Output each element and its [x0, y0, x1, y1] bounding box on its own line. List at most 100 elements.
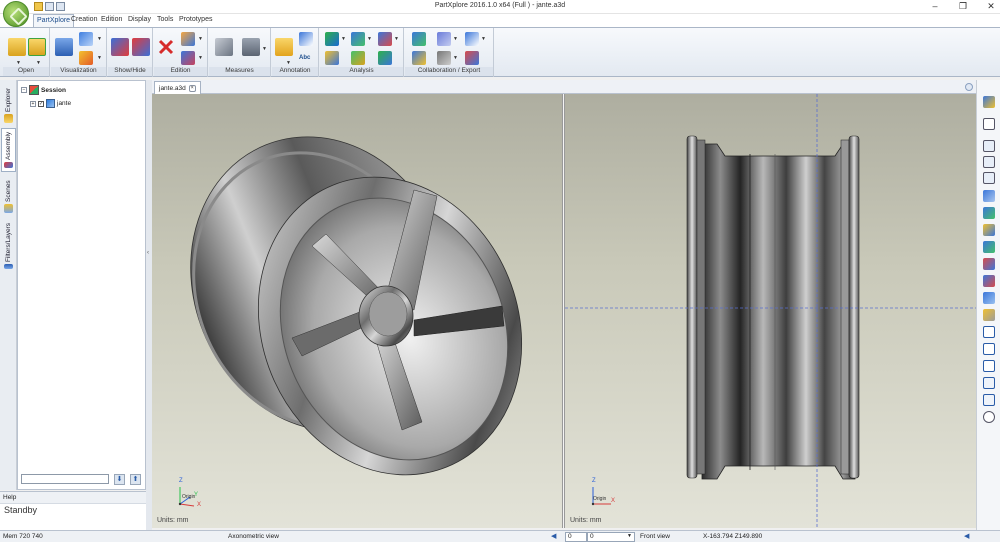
- side-tab-assembly[interactable]: Assembly: [1, 128, 16, 172]
- color-brush-icon[interactable]: [79, 51, 93, 65]
- zoom-in-icon[interactable]: [983, 140, 995, 152]
- front-triad-z-label: Z: [592, 478, 596, 484]
- group-analysis: ▼ ▼ ▼ Analysis: [320, 28, 404, 77]
- status-field-dropdown-icon[interactable]: ▼: [627, 533, 632, 539]
- front-triad-origin-label: Origin: [593, 496, 607, 502]
- split-vertical-layout-icon[interactable]: [983, 343, 995, 355]
- compare-icon[interactable]: [378, 32, 392, 46]
- status-field-1[interactable]: 0: [565, 532, 587, 542]
- close-tab-icon[interactable]: ×: [188, 84, 196, 92]
- move-down-arrow-icon[interactable]: ⬇: [114, 474, 125, 485]
- group-show-hide: Show/Hide: [108, 28, 153, 77]
- section-icon[interactable]: [351, 32, 365, 46]
- transform-icon[interactable]: [181, 51, 195, 65]
- document-tab-jante[interactable]: jante.a3d ×: [154, 81, 201, 94]
- maximize-button[interactable]: ❐: [958, 1, 968, 12]
- zoom-out-icon[interactable]: [983, 156, 995, 168]
- front-viewport[interactable]: Z X Origin Units: mm: [565, 94, 976, 528]
- publish-alt-icon[interactable]: [465, 51, 479, 65]
- tree-expand-toggle[interactable]: +: [30, 100, 36, 107]
- tab-prototypes[interactable]: Prototypes: [179, 16, 212, 23]
- group-annotation: Abc ▼ Annotation: [272, 28, 319, 77]
- view-cube-icon[interactable]: [79, 32, 93, 46]
- print-icon[interactable]: [437, 32, 451, 46]
- single-layout-icon[interactable]: [983, 326, 995, 338]
- show-icon[interactable]: [111, 38, 129, 56]
- tab-creation[interactable]: Creation: [71, 16, 97, 23]
- right-view-name: Front view: [640, 533, 670, 540]
- measure-icon[interactable]: [215, 38, 233, 56]
- export-icon[interactable]: [412, 32, 426, 46]
- move-icon[interactable]: [181, 32, 195, 46]
- minimize-button[interactable]: –: [930, 1, 940, 12]
- group-label-analysis: Analysis: [320, 67, 403, 76]
- label-icon[interactable]: [299, 32, 313, 46]
- side-tab-scenes[interactable]: Scenes: [1, 176, 16, 216]
- view-toolbar: [976, 80, 1000, 530]
- rotate-view-icon[interactable]: [983, 309, 995, 321]
- zoom-window-icon[interactable]: [983, 172, 995, 184]
- tree-search-input[interactable]: [21, 474, 109, 484]
- memory-readout: Mem 720 740: [3, 533, 43, 540]
- magnifier-icon[interactable]: [983, 411, 995, 423]
- units-label-right: Units: mm: [570, 517, 602, 524]
- tree-item-jante[interactable]: + ✓ jante: [30, 99, 71, 108]
- recent-folder-icon[interactable]: [28, 38, 46, 56]
- grid-layout-icon[interactable]: [983, 394, 995, 406]
- visibility-checkbox[interactable]: ✓: [38, 100, 44, 107]
- print-preview-icon[interactable]: [437, 51, 451, 65]
- scenes-icon: [4, 204, 13, 213]
- view-front-icon[interactable]: [983, 190, 995, 202]
- view-left-icon[interactable]: [983, 241, 995, 253]
- tab-tools[interactable]: Tools: [157, 16, 173, 23]
- tree-item-label: jante: [57, 100, 72, 107]
- tab-edition[interactable]: Edition: [101, 16, 122, 23]
- side-tab-filters-layers[interactable]: Filters/Layers: [1, 220, 16, 272]
- publish-icon[interactable]: [465, 32, 479, 46]
- part-icon: [46, 99, 55, 108]
- right-view-sound-icon[interactable]: ◀: [964, 532, 973, 541]
- status-field-2[interactable]: 0 ▼: [587, 532, 635, 542]
- share-icon[interactable]: [412, 51, 426, 65]
- text-icon[interactable]: Abc: [299, 51, 313, 65]
- split-horizontal-layout-icon[interactable]: [983, 360, 995, 372]
- view-iso-icon[interactable]: [983, 292, 995, 304]
- compare-alt-icon[interactable]: [378, 51, 392, 65]
- tree-item-session[interactable]: − Session: [21, 85, 66, 95]
- status-bar: Mem 720 740 Axonometric view ◀ 0 0 ▼ Fro…: [0, 530, 1000, 542]
- zoom-fit-icon[interactable]: [983, 118, 995, 130]
- side-tab-explorer[interactable]: Explorer: [1, 82, 16, 126]
- gauge-icon[interactable]: [242, 38, 260, 56]
- quad-layout-icon[interactable]: [983, 377, 995, 389]
- view-bottom-icon[interactable]: [983, 258, 995, 270]
- thickness-icon[interactable]: [325, 32, 339, 46]
- document-menu-icon[interactable]: [965, 83, 973, 91]
- open-folder-icon[interactable]: [8, 38, 26, 56]
- home-view-icon[interactable]: [983, 96, 995, 108]
- hide-icon[interactable]: [132, 38, 150, 56]
- group-visualization: ▼ ▼ Visualization: [51, 28, 107, 77]
- group-open: ▼ ▼ Open: [3, 28, 50, 77]
- help-pane: Help Standby: [0, 491, 146, 531]
- coordinate-readout: X-163.794 Z149.890: [703, 533, 763, 540]
- axonometric-viewport[interactable]: Z X Y Origin Units: mm: [152, 94, 562, 528]
- group-label-annotation: Annotation: [272, 67, 318, 76]
- delete-icon[interactable]: [157, 38, 175, 56]
- close-button[interactable]: ✕: [986, 1, 996, 12]
- display-mode-icon[interactable]: [55, 38, 73, 56]
- group-label-show-hide: Show/Hide: [108, 67, 152, 76]
- triad-x-label: X: [197, 502, 202, 508]
- annotation-icon[interactable]: [275, 38, 293, 56]
- app-logo-icon[interactable]: [3, 1, 29, 27]
- view-right-icon[interactable]: [983, 224, 995, 236]
- left-view-sound-icon[interactable]: ◀: [551, 532, 560, 541]
- triad-origin-label: Origin: [182, 494, 196, 500]
- tab-partxplore[interactable]: PartXplore: [33, 14, 75, 27]
- view-top-icon[interactable]: [983, 207, 995, 219]
- view-back-icon[interactable]: [983, 275, 995, 287]
- draft-icon[interactable]: [325, 51, 339, 65]
- tree-collapse-toggle[interactable]: −: [21, 87, 27, 93]
- tab-display[interactable]: Display: [128, 16, 151, 23]
- section-alt-icon[interactable]: [351, 51, 365, 65]
- move-up-arrow-icon[interactable]: ⬆: [130, 474, 141, 485]
